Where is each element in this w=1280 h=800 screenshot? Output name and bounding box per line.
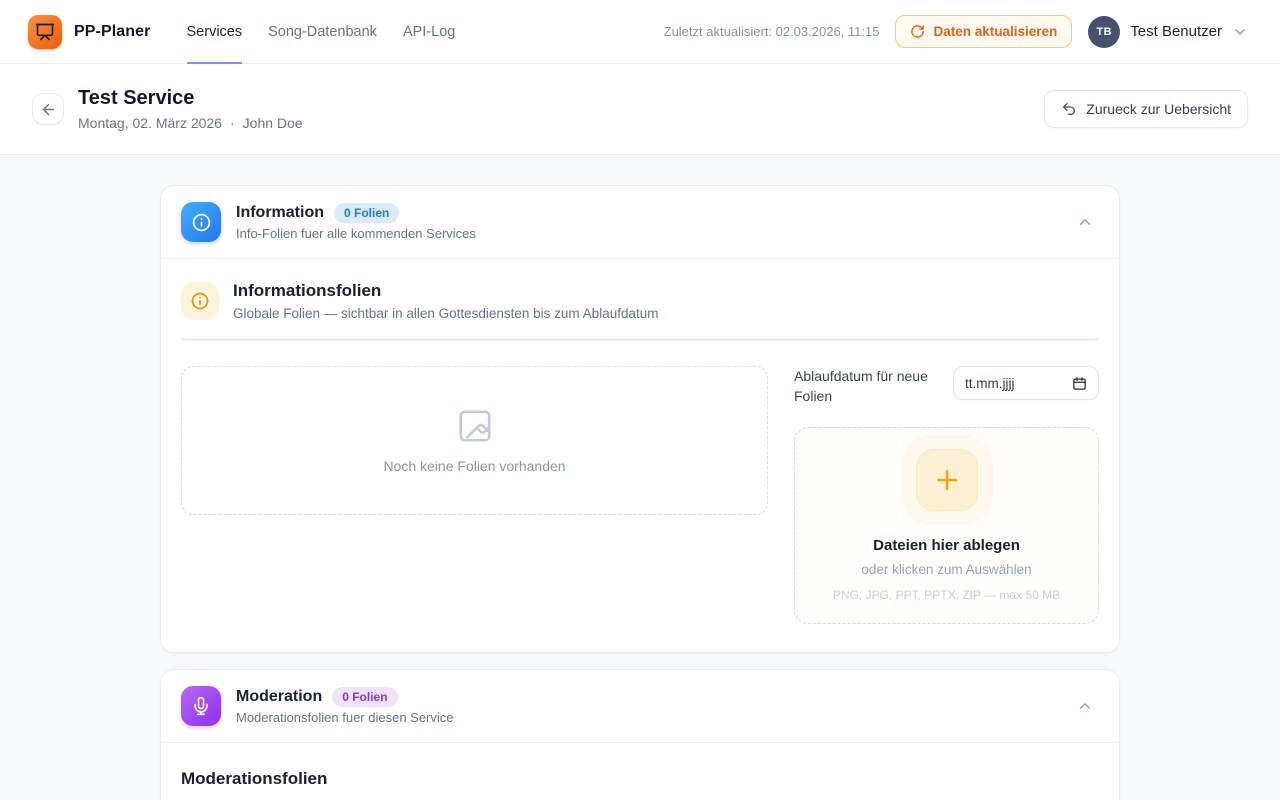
dot-separator: ·: [230, 115, 235, 131]
section-title: Informationsfolien: [233, 281, 658, 301]
service-date: Montag, 02. März 2026: [78, 115, 222, 131]
file-dropzone[interactable]: Dateien hier ablegen oder klicken zum Au…: [794, 427, 1099, 624]
expiry-row: Ablaufdatum für neue Folien tt.mm.jjjj: [794, 366, 1099, 407]
section-subtitle: Globale Folien — sichtbar in allen Gotte…: [233, 306, 658, 321]
microphone-icon: [191, 696, 211, 716]
back-to-overview-label: Zurueck zur Uebersicht: [1086, 101, 1231, 117]
plus-icon: [932, 465, 962, 495]
service-author: John Doe: [243, 115, 303, 131]
refresh-data-button[interactable]: Daten aktualisieren: [895, 15, 1072, 48]
last-updated-text: Zuletzt aktualisiert: 02.03.2026, 11:15: [664, 24, 880, 39]
main-content: Information 0 Folien Info-Folien fuer al…: [0, 155, 1280, 800]
dropzone-title: Dateien hier ablegen: [873, 537, 1020, 554]
empty-state-text: Noch keine Folien vorhanden: [383, 458, 565, 474]
chevron-up-icon: [1076, 213, 1094, 231]
avatar: TB: [1088, 16, 1120, 48]
dropzone-hint: PNG, JPG, PPT, PPTX, ZIP — max 50 MB: [833, 588, 1060, 602]
nav-item-services[interactable]: Services: [187, 0, 243, 64]
information-collapse-button[interactable]: [1071, 208, 1099, 236]
information-icon: [181, 202, 221, 242]
information-card-subtitle: Info-Folien fuer alle kommenden Services: [236, 226, 476, 241]
upload-column: Ablaufdatum für neue Folien tt.mm.jjjj: [794, 366, 1099, 624]
information-card: Information 0 Folien Info-Folien fuer al…: [160, 185, 1120, 653]
brand-name: PP-Planer: [74, 23, 151, 41]
calendar-icon[interactable]: [1072, 376, 1087, 391]
information-folien-badge: 0 Folien: [334, 203, 399, 223]
moderation-card-header[interactable]: Moderation 0 Folien Moderationsfolien fu…: [161, 670, 1119, 742]
back-button[interactable]: [32, 93, 64, 125]
moderation-card-title: Moderation: [236, 688, 322, 706]
moderation-collapse-button[interactable]: [1071, 692, 1099, 720]
amber-divider: [181, 339, 1099, 340]
information-card-header[interactable]: Information 0 Folien Info-Folien fuer al…: [161, 186, 1119, 258]
arrow-left-icon: [40, 101, 57, 118]
app-logo-icon: [28, 15, 62, 49]
page-title: Test Service: [78, 87, 303, 110]
slides-empty-state: Noch keine Folien vorhanden: [181, 366, 768, 515]
moderation-card-subtitle: Moderationsfolien fuer diesen Service: [236, 710, 454, 725]
page-subtitle: Montag, 02. März 2026 · John Doe: [78, 115, 303, 131]
undo-icon: [1061, 101, 1077, 117]
page-header: Test Service Montag, 02. März 2026 · Joh…: [0, 64, 1280, 155]
main-nav: Services Song-Datenbank API-Log: [187, 0, 456, 64]
dropzone-subtitle: oder klicken zum Auswählen: [861, 562, 1031, 577]
user-name: Test Benutzer: [1130, 23, 1222, 40]
add-file-button[interactable]: [916, 449, 978, 511]
user-menu[interactable]: TB Test Benutzer: [1088, 16, 1248, 48]
moderation-card-body: Moderationsfolien: [161, 743, 1119, 800]
moderation-section-title: Moderationsfolien: [181, 769, 1099, 789]
app-screen: PP-Planer Services Song-Datenbank API-Lo…: [0, 0, 1280, 800]
topbar: PP-Planer Services Song-Datenbank API-Lo…: [0, 0, 1280, 64]
refresh-icon: [910, 24, 925, 39]
info-outline-icon: [181, 282, 219, 320]
date-placeholder: tt.mm.jjjj: [965, 376, 1015, 391]
moderation-folien-badge: 0 Folien: [332, 687, 397, 707]
chevron-down-icon: [1232, 24, 1248, 40]
nav-item-song-datenbank[interactable]: Song-Datenbank: [268, 0, 377, 64]
presentation-icon: [35, 22, 55, 42]
expiry-date-label: Ablaufdatum für neue Folien: [794, 366, 939, 407]
information-card-titles: Information 0 Folien Info-Folien fuer al…: [236, 203, 476, 241]
info-circle-icon: [190, 291, 210, 311]
image-icon: [456, 407, 494, 445]
information-card-body: Informationsfolien Globale Folien — sich…: [161, 259, 1119, 652]
information-card-title: Information: [236, 204, 324, 222]
informationsfolien-section-header: Informationsfolien Globale Folien — sich…: [181, 281, 1099, 321]
refresh-button-label: Daten aktualisieren: [933, 24, 1057, 39]
topbar-right: Zuletzt aktualisiert: 02.03.2026, 11:15 …: [664, 15, 1248, 48]
moderation-icon: [181, 686, 221, 726]
page-titles: Test Service Montag, 02. März 2026 · Joh…: [78, 87, 303, 131]
back-to-overview-button[interactable]: Zurueck zur Uebersicht: [1044, 90, 1248, 128]
moderation-card-titles: Moderation 0 Folien Moderationsfolien fu…: [236, 687, 454, 725]
info-circle-icon: [191, 212, 212, 233]
nav-item-api-log[interactable]: API-Log: [403, 0, 455, 64]
expiry-date-input[interactable]: tt.mm.jjjj: [953, 366, 1099, 400]
informationsfolien-titles: Informationsfolien Globale Folien — sich…: [233, 281, 658, 321]
chevron-up-icon: [1076, 697, 1094, 715]
brand: PP-Planer: [28, 15, 151, 49]
moderation-card: Moderation 0 Folien Moderationsfolien fu…: [160, 669, 1120, 800]
